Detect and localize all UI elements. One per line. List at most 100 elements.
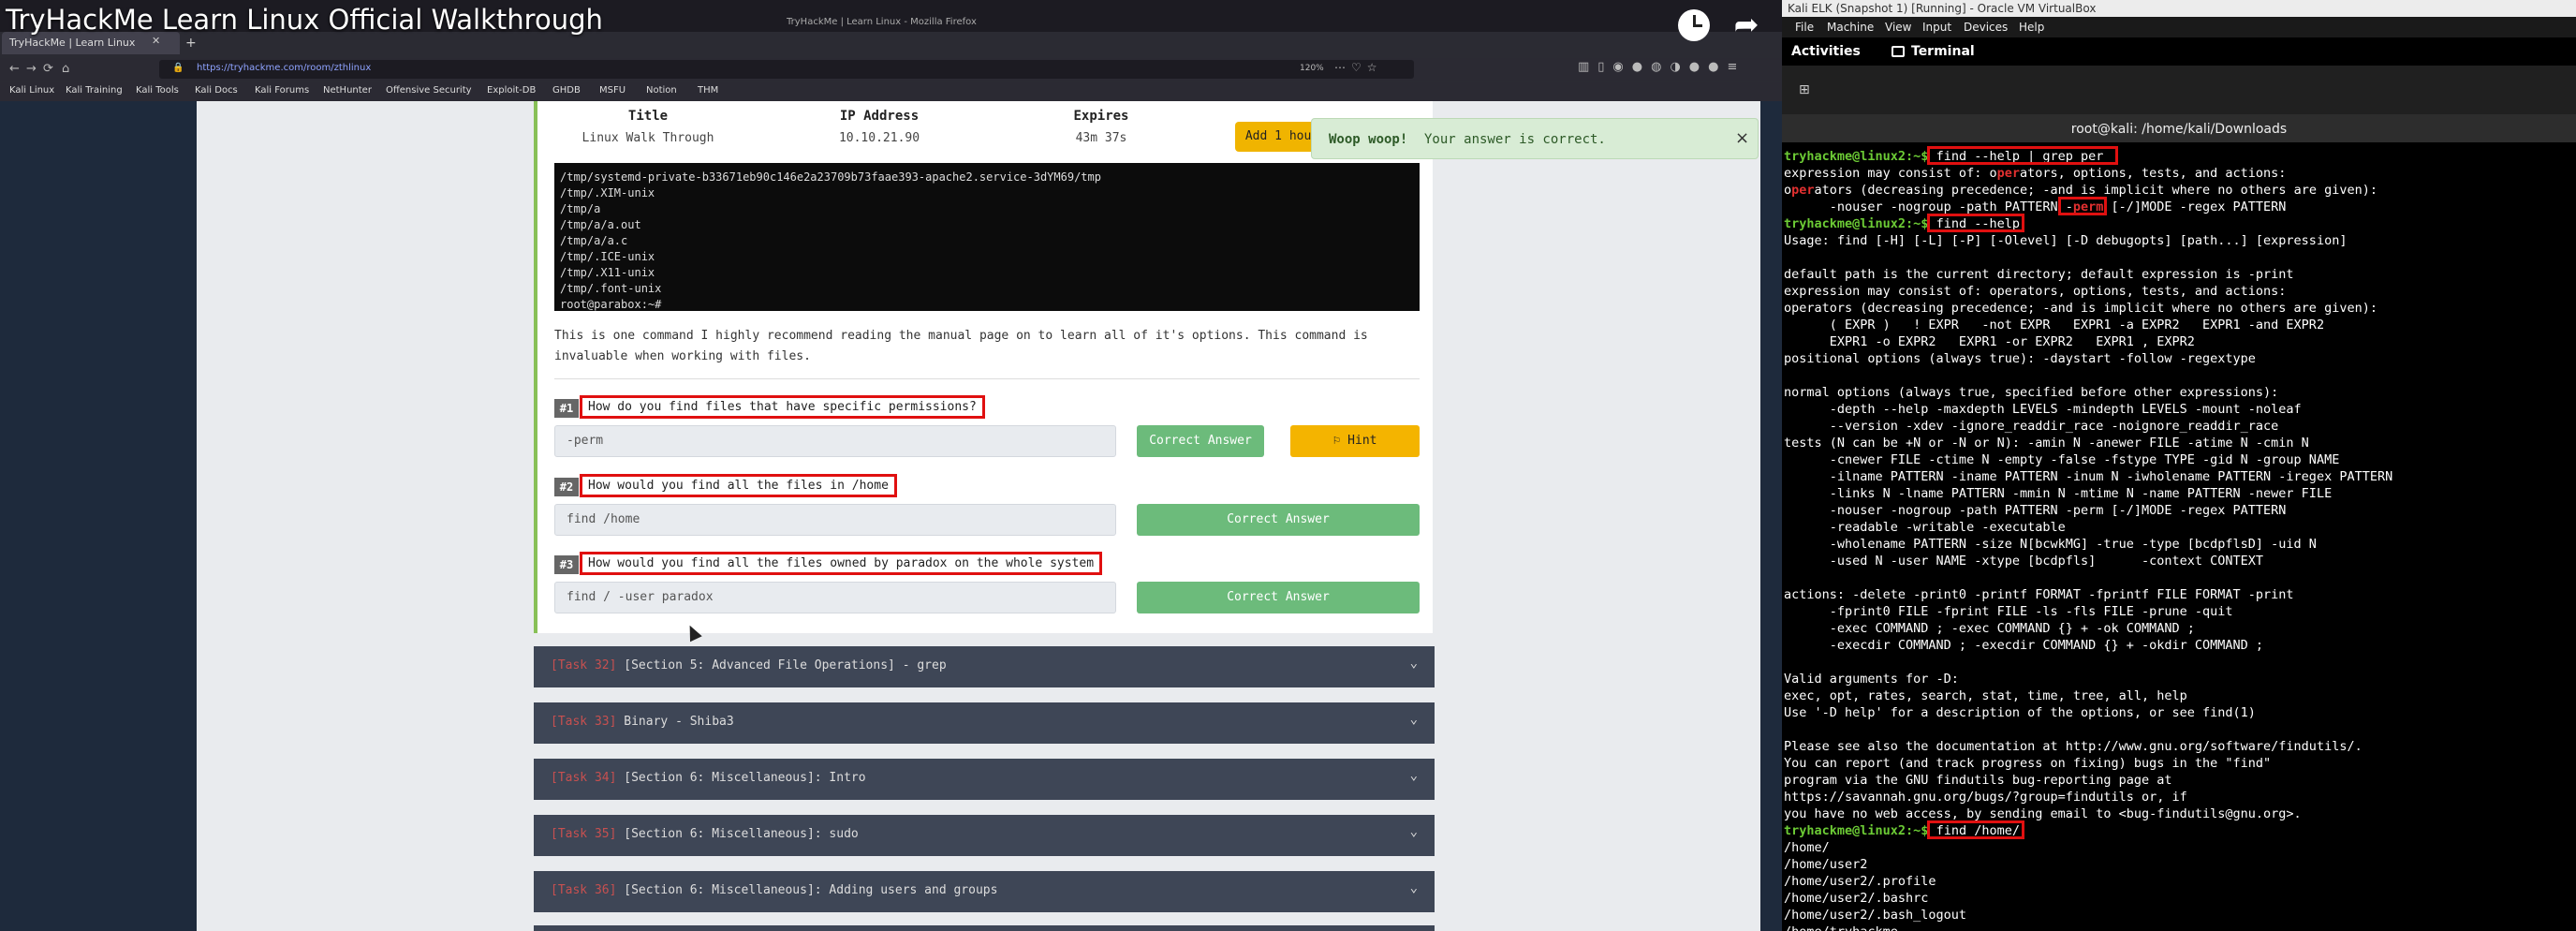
url-bar[interactable]: 🔒 https://tryhackme.com/room/zthlinux 12… <box>159 60 1414 79</box>
task-accordion[interactable]: [Task 32] [Section 5: Advanced File Oper… <box>534 646 1435 687</box>
terminal-body[interactable]: tryhackme@linux2:~$ find --help | grep p… <box>1782 142 2576 931</box>
answer-input[interactable]: find / -user paradox <box>554 582 1116 613</box>
toolbar-extension-icons[interactable]: ▥▯◉●◍◑●●≡ <box>1578 60 1745 74</box>
terminal-output-line: you have no web access, by sending email… <box>1784 806 2302 821</box>
tab-close-icon[interactable]: ✕ <box>152 35 160 47</box>
bookmark-item[interactable]: Exploit-DB <box>487 85 536 96</box>
output-text: -nouser -nogroup -path PATTERN - <box>1784 200 2073 214</box>
reload-icon[interactable]: ⟳ <box>43 62 53 76</box>
terminal-output-line: -ilname PATTERN -iname PATTERN -inum N -… <box>1784 469 2393 484</box>
terminal-output-line: operators (decreasing precedence; -and i… <box>1784 301 2377 316</box>
bookmark-item[interactable]: Kali Forums <box>255 85 309 96</box>
bookmark-item[interactable]: Offensive Security <box>386 85 472 96</box>
terminal-line: /tmp/.X11-unix <box>560 266 655 279</box>
bookmark-item[interactable]: Notion <box>646 85 677 96</box>
terminal-output-line: -depth --help -maxdepth LEVELS -mindepth… <box>1784 402 2302 417</box>
shell-prompt: tryhackme@linux2:~$ <box>1784 149 1929 164</box>
forward-icon[interactable]: → <box>26 62 37 76</box>
close-icon[interactable]: × <box>1735 128 1749 148</box>
terminal-output-line: -readable -writable -executable <box>1784 520 2066 535</box>
toast-message: Your answer is correct. <box>1424 132 1606 147</box>
machine-title-value: Linux Walk Through <box>581 131 714 145</box>
correct-answer-button[interactable]: Correct Answer <box>1137 504 1420 536</box>
terminal-toolbar: ⊞ <box>1782 66 2576 114</box>
task-accordion[interactable]: [Task 34] [Section 6: Miscellaneous]: In… <box>534 759 1435 800</box>
task-card: Title Linux Walk Through IP Address 10.1… <box>534 101 1433 633</box>
terminal-output-line: /home/user2/.profile <box>1784 874 1936 889</box>
terminal-line: root@parabox:~# <box>560 298 662 311</box>
terminal-app-label[interactable]: Terminal <box>1911 44 1975 59</box>
task-name: [Section 6: Miscellaneous]: sudo <box>624 827 859 841</box>
highlight-box <box>1927 146 2118 165</box>
terminal-output-line: /home/ <box>1784 840 1830 855</box>
video-player[interactable]: TryHackMe | Learn Linux - Mozilla Firefo… <box>0 0 1782 931</box>
chevron-down-icon: ⌄ <box>1409 880 1418 895</box>
new-tab-icon[interactable]: ⊞ <box>1799 82 1810 97</box>
task-number: [Task 33] <box>551 715 617 729</box>
home-icon[interactable]: ⌂ <box>62 62 69 76</box>
vm-menubar: File Machine View Input Devices Help <box>1782 17 2576 37</box>
machine-ip-header: IP Address <box>839 109 920 124</box>
bookmark-item[interactable]: Kali Linux <box>9 85 54 96</box>
activities-button[interactable]: Activities <box>1791 44 1861 59</box>
menu-input[interactable]: Input <box>1922 21 1951 34</box>
highlight-box <box>1927 820 2024 839</box>
task-description: This is one command I highly recommend r… <box>554 329 1368 363</box>
bookmark-item[interactable]: Kali Docs <box>195 85 238 96</box>
terminal-output-line: /home/user2 <box>1784 857 1868 872</box>
correct-answer-button[interactable]: Correct Answer <box>1137 582 1420 613</box>
terminal-output-line: -wholename PATTERN -size N[bcwkMG] -true… <box>1784 537 2317 552</box>
watch-later-icon[interactable] <box>1678 9 1710 41</box>
terminal-output-line: Valid arguments for -D: <box>1784 672 1959 687</box>
bookmark-item[interactable]: MSFU <box>599 85 626 96</box>
terminal-output-line: /home/tryhackme <box>1784 924 1898 931</box>
task-number: [Task 34] <box>551 771 617 785</box>
virtualbox-window: Kali ELK (Snapshot 1) [Running] - Oracle… <box>1782 0 2576 931</box>
zoom-level[interactable]: 120% <box>1300 64 1324 73</box>
page-side-shadow <box>0 101 197 931</box>
url-bar-actions[interactable]: ⋯♡☆ <box>1334 61 1383 74</box>
task-accordion[interactable]: [Task 35] [Section 6: Miscellaneous]: su… <box>534 815 1435 856</box>
machine-info-header: Title Linux Walk Through IP Address 10.1… <box>537 109 1436 165</box>
vm-window-title: Kali ELK (Snapshot 1) [Running] - Oracle… <box>1788 2 2097 15</box>
terminal-output-line: actions: -delete -print0 -printf FORMAT … <box>1784 587 2294 602</box>
bookmark-item[interactable]: Kali Tools <box>136 85 179 96</box>
grep-match: per <box>1791 183 1815 198</box>
question-text: How would you find all the files in /hom… <box>580 474 897 497</box>
menu-view[interactable]: View <box>1885 21 1911 34</box>
menu-help[interactable]: Help <box>2019 21 2044 34</box>
back-icon[interactable]: ← <box>9 62 20 76</box>
question-text: How do you find files that have specific… <box>580 395 985 419</box>
task-name: [Section 5: Advanced File Operations] - … <box>624 658 947 672</box>
menu-file[interactable]: File <box>1795 21 1814 34</box>
bookmark-item[interactable]: GHDB <box>552 85 581 96</box>
task-number: [Task 36] <box>551 883 617 897</box>
task-number: [Task 32] <box>551 658 617 672</box>
answer-input[interactable]: -perm <box>554 425 1116 457</box>
page-side-shadow <box>1760 101 1782 931</box>
terminal-title: root@kali: /home/kali/Downloads <box>2070 122 2288 137</box>
divider <box>554 378 1420 379</box>
bookmark-item[interactable]: Kali Training <box>66 85 123 96</box>
terminal-output-line: -links N -lname PATTERN -mmin N -mtime N… <box>1784 486 2333 501</box>
answer-input[interactable]: find /home <box>554 504 1116 536</box>
terminal-output-line: -nouser -nogroup -path PATTERN -perm [-/… <box>1784 199 2287 215</box>
menu-machine[interactable]: Machine <box>1827 21 1874 34</box>
terminal-line: /tmp/a <box>560 202 601 215</box>
menu-devices[interactable]: Devices <box>1964 21 2008 34</box>
terminal-output-line: /home/user2/.bashrc <box>1784 891 1929 906</box>
terminal-output-line: -exec COMMAND ; -exec COMMAND {} + -ok C… <box>1784 621 2195 636</box>
new-tab-icon[interactable]: + <box>185 36 197 51</box>
video-title[interactable]: TryHackMe Learn Linux Official Walkthrou… <box>6 4 603 36</box>
correct-answer-button[interactable]: Correct Answer <box>1137 425 1264 457</box>
share-icon[interactable]: ➦ <box>1728 7 1765 41</box>
url-text: https://tryhackme.com/room/zthlinux <box>197 63 372 73</box>
question-number: #1 <box>554 399 579 418</box>
bookmark-item[interactable]: NetHunter <box>323 85 372 96</box>
task-accordion[interactable]: [Task 33] Binary - Shiba3 ⌄ <box>534 702 1435 744</box>
terminal-output-line: ( EXPR ) ! EXPR -not EXPR EXPR1 -a EXPR2… <box>1784 318 2325 332</box>
bookmark-item[interactable]: THM <box>698 85 718 96</box>
hint-button[interactable]: ⚐ Hint <box>1290 425 1420 457</box>
task-accordion[interactable]: [Task 36] [Section 6: Miscellaneous]: Ad… <box>534 871 1435 912</box>
machine-expires-value: 43m 37s <box>1075 131 1127 145</box>
